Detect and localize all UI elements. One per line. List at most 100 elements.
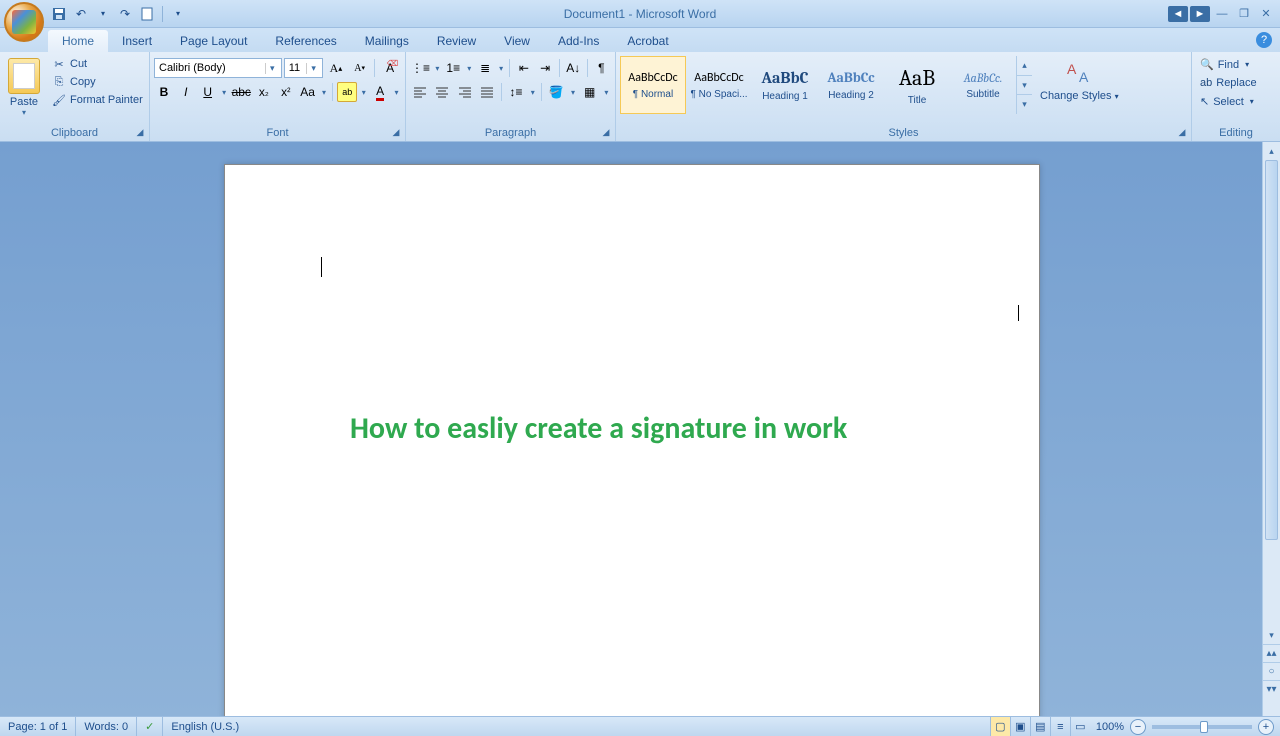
status-page[interactable]: Page: 1 of 1 [0, 717, 76, 736]
cut-button[interactable]: ✂Cut [50, 56, 145, 72]
paragraph-launcher-icon[interactable]: ◢ [599, 125, 613, 139]
highlight-dropdown[interactable]: ▾ [359, 88, 368, 97]
prev-window-icon[interactable]: ◄ [1168, 6, 1188, 22]
find-button[interactable]: 🔍Find▾ [1196, 56, 1261, 73]
sort-button[interactable]: A↓ [564, 58, 583, 78]
line-spacing-dropdown[interactable]: ▾ [528, 88, 537, 97]
draft-view-icon[interactable]: ▭ [1070, 717, 1090, 736]
zoom-thumb[interactable] [1200, 721, 1208, 733]
multilevel-button[interactable]: ≣ [476, 58, 495, 78]
style-subtitle[interactable]: AaBbCc. Subtitle [950, 56, 1016, 114]
document-area[interactable]: How to easliy create a signature in work [0, 142, 1262, 716]
change-case-dropdown[interactable]: ▾ [320, 88, 329, 97]
shading-button[interactable]: 🪣 [546, 82, 566, 102]
subscript-button[interactable]: x₂ [254, 82, 274, 102]
copy-button[interactable]: ⎘Copy [50, 74, 145, 90]
restore-button[interactable]: ❐ [1234, 6, 1254, 22]
multilevel-dropdown[interactable]: ▾ [497, 64, 506, 73]
full-screen-view-icon[interactable]: ▣ [1010, 717, 1030, 736]
numbering-dropdown[interactable]: ▾ [465, 64, 474, 73]
align-left-button[interactable] [410, 82, 430, 102]
bullets-button[interactable]: ⋮≡ [410, 58, 431, 78]
underline-button[interactable]: U [198, 82, 218, 102]
font-launcher-icon[interactable]: ◢ [389, 125, 403, 139]
paste-button[interactable]: Paste ▾ [4, 54, 44, 117]
strikethrough-button[interactable]: abc [231, 82, 252, 102]
decrease-indent-button[interactable]: ⇤ [514, 58, 533, 78]
tab-references[interactable]: References [261, 30, 350, 52]
next-window-icon[interactable]: ► [1190, 6, 1210, 22]
status-language[interactable]: English (U.S.) [163, 717, 247, 736]
zoom-in-button[interactable]: + [1258, 719, 1274, 735]
prev-page-icon[interactable]: ▴▴ [1263, 644, 1280, 662]
change-styles-button[interactable]: AA Change Styles ▾ [1034, 54, 1125, 102]
tab-insert[interactable]: Insert [108, 30, 166, 52]
tab-view[interactable]: View [490, 30, 544, 52]
gallery-up-icon[interactable]: ▴ [1017, 56, 1032, 76]
underline-dropdown[interactable]: ▾ [220, 88, 229, 97]
status-words[interactable]: Words: 0 [76, 717, 137, 736]
line-spacing-button[interactable]: ↕≡ [506, 82, 526, 102]
change-case-button[interactable]: Aa [298, 82, 318, 102]
borders-dropdown[interactable]: ▾ [602, 88, 611, 97]
help-icon[interactable]: ? [1256, 32, 1272, 48]
numbering-button[interactable]: 1≡ [444, 58, 463, 78]
scroll-up-icon[interactable]: ▴ [1263, 142, 1280, 160]
scroll-thumb[interactable] [1265, 160, 1278, 540]
next-page-icon[interactable]: ▾▾ [1263, 680, 1280, 698]
shading-dropdown[interactable]: ▾ [568, 88, 577, 97]
align-center-button[interactable] [432, 82, 452, 102]
web-layout-view-icon[interactable]: ▤ [1030, 717, 1050, 736]
clear-formatting-button[interactable]: A⌫ [379, 58, 401, 78]
zoom-level[interactable]: 100% [1090, 721, 1130, 733]
style-heading-2[interactable]: AaBbCc Heading 2 [818, 56, 884, 114]
highlight-button[interactable]: ab [337, 82, 357, 102]
tab-add-ins[interactable]: Add-Ins [544, 30, 613, 52]
superscript-button[interactable]: x² [276, 82, 296, 102]
redo-icon[interactable]: ↷ [116, 5, 134, 23]
tab-review[interactable]: Review [423, 30, 490, 52]
zoom-slider[interactable] [1152, 725, 1252, 729]
styles-launcher-icon[interactable]: ◢ [1175, 125, 1189, 139]
italic-button[interactable]: I [176, 82, 196, 102]
font-name-combo[interactable]: Calibri (Body)▾ [154, 58, 282, 78]
select-button[interactable]: ↖Select▾ [1196, 93, 1261, 110]
tab-acrobat[interactable]: Acrobat [613, 30, 682, 52]
status-proofing[interactable]: ✓ [137, 717, 163, 736]
shrink-font-button[interactable]: A▾ [349, 58, 371, 78]
page[interactable]: How to easliy create a signature in work [224, 164, 1040, 716]
align-right-button[interactable] [455, 82, 475, 102]
borders-button[interactable]: ▦ [580, 82, 600, 102]
grow-font-button[interactable]: A▴ [325, 58, 347, 78]
zoom-out-button[interactable]: − [1130, 719, 1146, 735]
vertical-scrollbar[interactable]: ▴ ▴▴ ○ ▾▾ ▾ [1262, 142, 1280, 716]
undo-icon[interactable]: ↶ [72, 5, 90, 23]
clipboard-launcher-icon[interactable]: ◢ [133, 125, 147, 139]
format-painter-button[interactable]: 🖌Format Painter [50, 92, 145, 108]
justify-button[interactable] [477, 82, 497, 102]
font-color-dropdown[interactable]: ▾ [392, 88, 401, 97]
font-size-combo[interactable]: 11▾ [284, 58, 323, 78]
outline-view-icon[interactable]: ≡ [1050, 717, 1070, 736]
style-title[interactable]: AaB Title [884, 56, 950, 114]
print-layout-view-icon[interactable]: ▢ [990, 717, 1010, 736]
office-button[interactable] [4, 2, 44, 42]
new-icon[interactable] [138, 5, 156, 23]
tab-home[interactable]: Home [48, 30, 108, 52]
scroll-down-icon[interactable]: ▾ [1263, 626, 1280, 644]
style-heading-1[interactable]: AaBbC Heading 1 [752, 56, 818, 114]
tab-mailings[interactable]: Mailings [351, 30, 423, 52]
increase-indent-button[interactable]: ⇥ [536, 58, 555, 78]
bold-button[interactable]: B [154, 82, 174, 102]
bullets-dropdown[interactable]: ▾ [433, 64, 442, 73]
close-button[interactable]: ✕ [1256, 6, 1276, 22]
gallery-more-icon[interactable]: ▾ [1017, 95, 1032, 114]
tab-page-layout[interactable]: Page Layout [166, 30, 261, 52]
qat-customize-icon[interactable]: ▾ [169, 5, 187, 23]
qat-dropdown-icon[interactable]: ▾ [94, 5, 112, 23]
save-icon[interactable] [50, 5, 68, 23]
minimize-button[interactable]: — [1212, 6, 1232, 22]
font-color-button[interactable]: A [370, 82, 390, 102]
show-marks-button[interactable]: ¶ [592, 58, 611, 78]
style-normal[interactable]: AaBbCcDc ¶ Normal [620, 56, 686, 114]
